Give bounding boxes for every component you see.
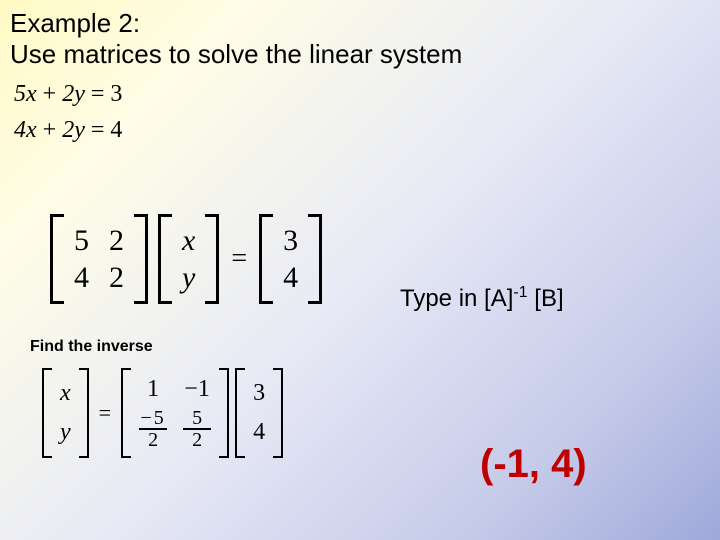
title-line-2: Use matrices to solve the linear system bbox=[10, 39, 710, 70]
matrix-A-col1: 5 4 bbox=[64, 214, 99, 304]
bracket-icon bbox=[273, 368, 283, 458]
matrix-X: x y bbox=[172, 214, 205, 304]
matrix-equation: 5 4 2 2 x y = 3 4 bbox=[50, 214, 322, 304]
bracket-icon bbox=[42, 368, 52, 458]
matrix-B-2: 3 4 bbox=[245, 368, 273, 458]
bracket-icon bbox=[235, 368, 245, 458]
bracket-icon bbox=[134, 214, 148, 304]
find-inverse-label: Find the inverse bbox=[30, 338, 153, 356]
equation-2: 4x + 2y = 4 bbox=[14, 112, 706, 148]
bracket-icon bbox=[158, 214, 172, 304]
equals-sign: = bbox=[219, 243, 259, 275]
bracket-icon bbox=[79, 368, 89, 458]
matrix-X-2: x y bbox=[52, 368, 79, 458]
equation-1: 5x + 2y = 3 bbox=[14, 76, 706, 112]
equals-sign: = bbox=[89, 400, 121, 426]
bracket-icon bbox=[259, 214, 273, 304]
bracket-icon bbox=[219, 368, 229, 458]
bracket-icon bbox=[205, 214, 219, 304]
matrix-Ainv-col2: −1 5 2 bbox=[175, 368, 219, 458]
fraction: 5 2 bbox=[183, 408, 211, 450]
inverse-matrix-equation: x y = 1 −52 −1 5 2 3 4 bbox=[42, 368, 283, 458]
solution-answer: (-1, 4) bbox=[480, 442, 587, 487]
matrix-Ainv-col1: 1 −52 bbox=[131, 368, 175, 458]
bracket-icon bbox=[121, 368, 131, 458]
calculator-hint: Type in [A]-1 [B] bbox=[400, 284, 564, 313]
linear-system-equations: 5x + 2y = 3 4x + 2y = 4 bbox=[0, 74, 720, 158]
bracket-icon bbox=[308, 214, 322, 304]
matrix-A-col2: 2 2 bbox=[99, 214, 134, 304]
title-line-1: Example 2: bbox=[10, 8, 710, 39]
bracket-icon bbox=[50, 214, 64, 304]
fraction: −52 bbox=[139, 408, 167, 450]
matrix-B: 3 4 bbox=[273, 214, 308, 304]
slide-header: Example 2: Use matrices to solve the lin… bbox=[0, 0, 720, 74]
